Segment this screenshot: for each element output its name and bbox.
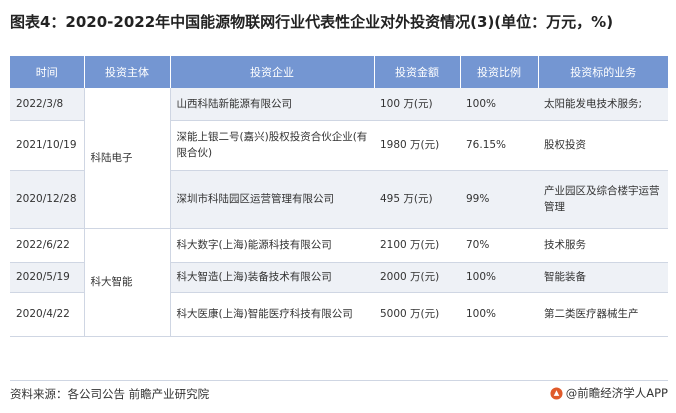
cell-company: 深圳市科陆园区运营管理有限公司 <box>170 170 374 229</box>
cell-ratio: 100% <box>460 262 538 293</box>
header-amount: 投资金额 <box>374 56 461 88</box>
cell-business: 太阳能发电技术服务; <box>538 88 668 121</box>
header-business: 投资标的业务 <box>538 56 668 88</box>
header-company: 投资企业 <box>170 56 375 88</box>
cell-time: 2022/6/22 <box>10 228 84 263</box>
cell-time: 2022/3/8 <box>10 88 84 121</box>
cell-amount: 5000 万(元) <box>374 292 460 337</box>
qianzhan-logo-icon <box>550 386 563 400</box>
header-investor: 投资主体 <box>84 56 171 88</box>
cell-time: 2020/5/19 <box>10 262 84 293</box>
cell-company: 科大智造(上海)装备技术有限公司 <box>170 262 374 293</box>
cell-ratio: 76.15% <box>460 120 538 171</box>
cell-business: 第二类医疗器械生产 <box>538 292 668 337</box>
chart-title: 图表4：2020-2022年中国能源物联网行业代表性企业对外投资情况(3)(单位… <box>10 13 614 31</box>
cell-business: 技术服务 <box>538 228 668 263</box>
brand-credit: @前瞻经济学人APP <box>550 385 668 401</box>
source-note: 资料来源：各公司公告 前瞻产业研究院 <box>10 387 210 401</box>
cell-time: 2021/10/19 <box>10 120 84 171</box>
cell-business: 产业园区及综合楼宇运营管理 <box>538 170 668 229</box>
table-row: 2022/3/8 科陆电子 山西科陆新能源有限公司 100 万(元) 100% … <box>10 88 668 229</box>
cell-amount: 2100 万(元) <box>374 228 460 263</box>
cell-ratio: 100% <box>460 292 538 337</box>
cell-company: 山西科陆新能源有限公司 <box>170 88 374 121</box>
cell-company: 深能上银二号(嘉兴)股权投资合伙企业(有限合伙) <box>170 120 374 171</box>
cell-company: 科大数字(上海)能源科技有限公司 <box>170 228 374 263</box>
table-row: 2022/6/22 科大智能 科大数字(上海)能源科技有限公司 2100 万(元… <box>10 228 668 337</box>
cell-ratio: 100% <box>460 88 538 121</box>
brand-label: @前瞻经济学人APP <box>565 386 668 400</box>
footer-divider <box>10 380 668 381</box>
cell-time: 2020/12/28 <box>10 170 84 229</box>
cell-company: 科大医康(上海)智能医疗科技有限公司 <box>170 292 374 337</box>
investment-table: 时间 投资主体 投资企业 投资金额 投资比例 投资标的业务 2022/3/8 科… <box>10 56 668 337</box>
cell-amount: 1980 万(元) <box>374 120 460 171</box>
cell-business: 股权投资 <box>538 120 668 171</box>
cell-investor: 科大智能 <box>83 228 171 337</box>
cell-amount: 2000 万(元) <box>374 262 460 293</box>
cell-investor: 科陆电子 <box>83 88 171 229</box>
cell-amount: 495 万(元) <box>374 170 460 229</box>
cell-amount: 100 万(元) <box>374 88 460 121</box>
cell-ratio: 70% <box>460 228 538 263</box>
cell-business: 智能装备 <box>538 262 668 293</box>
header-time: 时间 <box>10 56 85 88</box>
table-header-row: 时间 投资主体 投资企业 投资金额 投资比例 投资标的业务 <box>10 56 668 88</box>
header-ratio: 投资比例 <box>460 56 539 88</box>
cell-time: 2020/4/22 <box>10 292 84 337</box>
cell-ratio: 99% <box>460 170 538 229</box>
